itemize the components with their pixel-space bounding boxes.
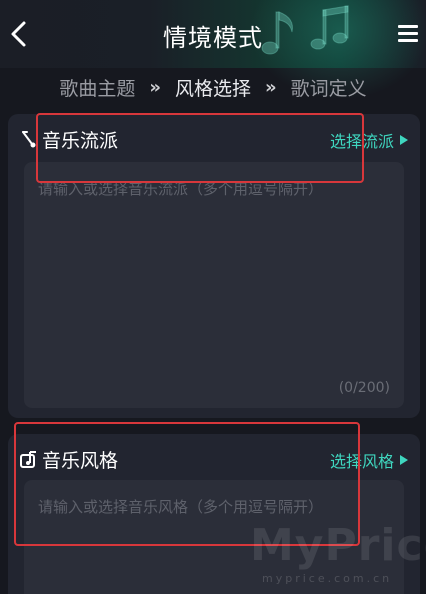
genre-input[interactable]: 请输入或选择音乐流派（多个用逗号隔开） (0/200) xyxy=(24,162,404,408)
select-genre-link[interactable]: 选择流派 xyxy=(330,128,408,152)
step-style-selection[interactable]: 风格选择 xyxy=(175,74,251,101)
genre-card-header: 音乐流派 选择流派 xyxy=(20,126,408,152)
genre-char-counter: (0/200) xyxy=(338,380,390,396)
header: 情境模式 xyxy=(0,0,426,100)
step-song-theme[interactable]: 歌曲主题 xyxy=(59,74,135,101)
genre-card: 音乐流派 选择流派 请输入或选择音乐流派（多个用逗号隔开） (0/200) xyxy=(8,114,420,418)
triangle-right-icon xyxy=(400,135,408,145)
hamburger-menu-icon[interactable] xyxy=(398,24,418,42)
step-lyrics-definition[interactable]: 歌词定义 xyxy=(291,74,367,101)
triangle-right-icon xyxy=(400,455,408,465)
style-input-placeholder: 请输入或选择音乐风格（多个用逗号隔开） xyxy=(38,498,324,516)
step-separator: » xyxy=(149,76,161,98)
genre-input-placeholder: 请输入或选择音乐流派（多个用逗号隔开） xyxy=(38,180,324,198)
step-separator: » xyxy=(265,76,277,98)
music-box-icon xyxy=(20,451,36,468)
music-note-icon xyxy=(22,131,36,148)
select-style-label: 选择风格 xyxy=(329,452,394,471)
step-breadcrumb: 歌曲主题 » 风格选择 » 歌词定义 xyxy=(0,70,426,104)
style-card-header: 音乐风格 选择风格 xyxy=(20,446,408,472)
watermark-domain: myprice.com.cn xyxy=(262,572,393,585)
watermark-brand: MyPrice xyxy=(250,520,426,571)
genre-title: 音乐流派 xyxy=(42,130,119,152)
select-style-link[interactable]: 选择风格 xyxy=(330,448,408,472)
style-title: 音乐风格 xyxy=(42,450,119,472)
select-genre-label: 选择流派 xyxy=(329,132,394,151)
page-title: 情境模式 xyxy=(163,24,263,52)
page: 情境模式 歌曲主题 » 风格选择 » 歌词定义 音乐流派 选择流派 请输入或选择… xyxy=(0,0,426,594)
